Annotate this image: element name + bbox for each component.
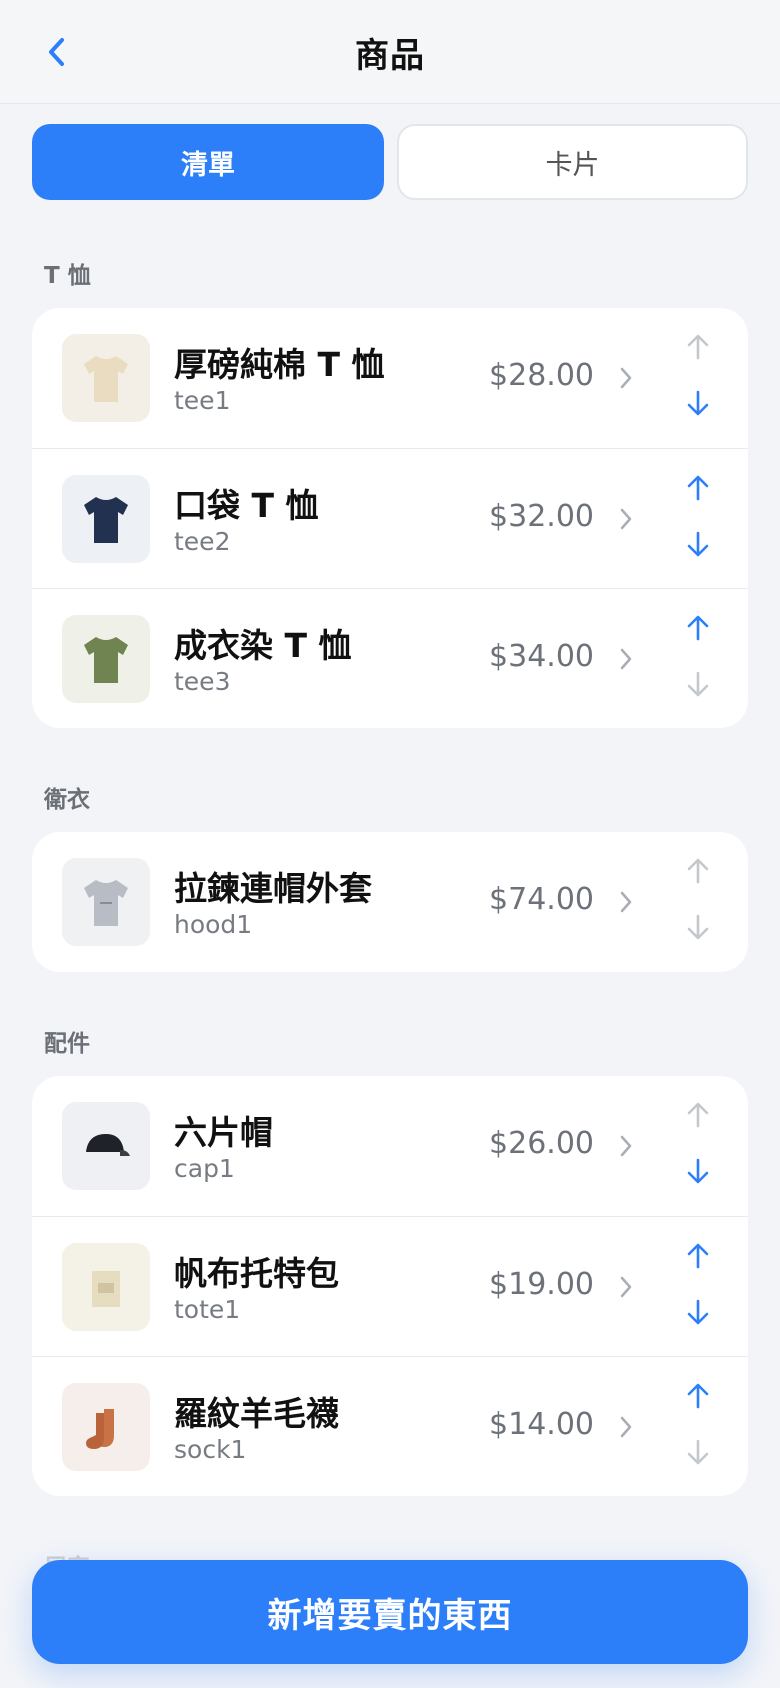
product-sku: tee2: [174, 527, 231, 556]
chevron-right-icon: [618, 887, 634, 917]
product-sku: tote1: [174, 1295, 241, 1324]
product-sku: sock1: [174, 1435, 247, 1464]
product-name: 帆布托特包: [174, 1254, 339, 1293]
chevron-right-icon: [618, 1272, 634, 1302]
move-down-button[interactable]: [682, 386, 714, 420]
product-thumbnail: [62, 615, 150, 703]
tab-card-view[interactable]: 卡片: [397, 124, 748, 200]
move-down-button[interactable]: [682, 910, 714, 944]
product-row[interactable]: 拉鍊連帽外套 hood1 $74.00: [32, 832, 748, 972]
arrow-down-icon: [687, 1158, 709, 1184]
move-up-button[interactable]: [682, 330, 714, 364]
arrow-down-icon: [687, 1299, 709, 1325]
product-price: $19.00: [489, 1267, 594, 1302]
product-row[interactable]: 成衣染 T 恤 tee3 $34.00: [32, 588, 748, 728]
product-list-hoodies: 拉鍊連帽外套 hood1 $74.00: [32, 832, 748, 972]
arrow-down-icon: [687, 914, 709, 940]
product-row[interactable]: 口袋 T 恤 tee2 $32.00: [32, 448, 748, 588]
arrow-down-icon: [687, 1439, 709, 1465]
tab-list-view[interactable]: 清單: [32, 124, 384, 200]
tshirt-icon: [84, 637, 128, 683]
product-thumbnail: [62, 1383, 150, 1471]
section-header-accessories: 配件: [44, 1031, 90, 1057]
hoodie-icon: [84, 880, 128, 926]
move-down-button[interactable]: [682, 527, 714, 561]
product-row[interactable]: 羅紋羊毛襪 sock1 $14.00: [32, 1356, 748, 1496]
cap-icon: [86, 1134, 130, 1156]
product-thumbnail: [62, 475, 150, 563]
product-name: 六片帽: [174, 1113, 273, 1152]
arrow-up-icon: [687, 1243, 709, 1269]
product-sku: hood1: [174, 910, 253, 939]
tote-bag-icon: [92, 1271, 120, 1307]
socks-icon: [86, 1409, 114, 1449]
move-up-button[interactable]: [682, 611, 714, 645]
product-row[interactable]: 厚磅純棉 T 恤 tee1 $28.00: [32, 308, 748, 448]
move-up-button[interactable]: [682, 1379, 714, 1413]
product-sku: tee3: [174, 667, 231, 696]
product-row[interactable]: 帆布托特包 tote1 $19.00: [32, 1216, 748, 1356]
move-up-button[interactable]: [682, 854, 714, 888]
product-thumbnail: [62, 1243, 150, 1331]
move-down-button[interactable]: [682, 1435, 714, 1469]
product-name: 羅紋羊毛襪: [174, 1394, 339, 1433]
product-price: $74.00: [489, 882, 594, 917]
product-name: 成衣染 T 恤: [174, 626, 352, 665]
add-item-button[interactable]: 新增要賣的東西: [32, 1560, 748, 1664]
arrow-up-icon: [687, 615, 709, 641]
arrow-down-icon: [687, 671, 709, 697]
product-thumbnail: [62, 858, 150, 946]
product-name: 厚磅純棉 T 恤: [174, 345, 385, 384]
product-thumbnail: [62, 1102, 150, 1190]
product-price: $34.00: [489, 639, 594, 674]
move-up-button[interactable]: [682, 1098, 714, 1132]
product-row[interactable]: 六片帽 cap1 $26.00: [32, 1076, 748, 1216]
product-name: 拉鍊連帽外套: [174, 869, 372, 908]
product-list-accessories: 六片帽 cap1 $26.00 帆布托特包 tote1 $19.00 羅紋羊毛襪…: [32, 1076, 748, 1496]
tshirt-icon: [84, 356, 128, 402]
move-down-button[interactable]: [682, 1295, 714, 1329]
products-screen: 商品 清單 卡片 T 恤 厚磅純棉 T 恤 tee1 $28.00 口袋 T 恤…: [0, 0, 780, 1688]
product-price: $28.00: [489, 358, 594, 393]
move-up-button[interactable]: [682, 1239, 714, 1273]
product-price: $14.00: [489, 1407, 594, 1442]
arrow-down-icon: [687, 531, 709, 557]
section-header-hoodies: 衛衣: [44, 787, 90, 813]
arrow-up-icon: [687, 1383, 709, 1409]
product-sku: tee1: [174, 386, 231, 415]
chevron-right-icon: [618, 1131, 634, 1161]
page-title: 商品: [355, 36, 425, 76]
chevron-right-icon: [618, 363, 634, 393]
arrow-up-icon: [687, 858, 709, 884]
chevron-right-icon: [618, 644, 634, 674]
product-name: 口袋 T 恤: [174, 486, 319, 525]
move-down-button[interactable]: [682, 667, 714, 701]
product-list-tshirts: 厚磅純棉 T 恤 tee1 $28.00 口袋 T 恤 tee2 $32.00: [32, 308, 748, 728]
section-header-tshirts: T 恤: [44, 263, 91, 289]
arrow-up-icon: [687, 334, 709, 360]
chevron-right-icon: [618, 1412, 634, 1442]
move-up-button[interactable]: [682, 471, 714, 505]
chevron-right-icon: [618, 504, 634, 534]
product-sku: cap1: [174, 1154, 235, 1183]
arrow-up-icon: [687, 1102, 709, 1128]
product-price: $32.00: [489, 499, 594, 534]
tshirt-icon: [84, 497, 128, 543]
product-price: $26.00: [489, 1126, 594, 1161]
arrow-down-icon: [687, 390, 709, 416]
nav-bar: 商品: [0, 0, 780, 104]
product-thumbnail: [62, 334, 150, 422]
move-down-button[interactable]: [682, 1154, 714, 1188]
arrow-up-icon: [687, 475, 709, 501]
